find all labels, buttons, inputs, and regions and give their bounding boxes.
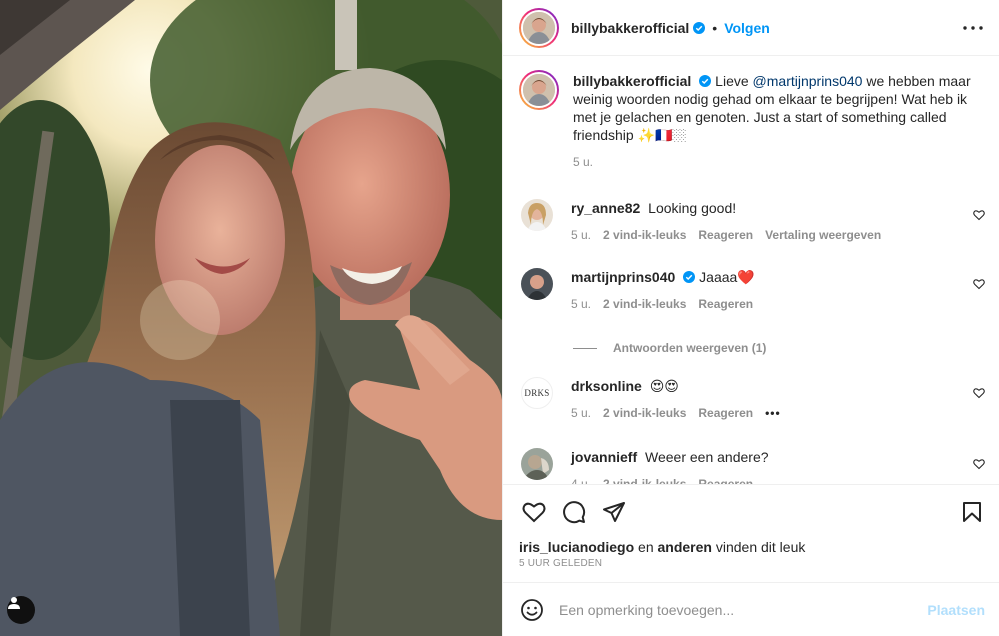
emoji-button[interactable] [519,597,545,623]
caption-body: billybakkerofficial Lieve @martijnprins0… [573,72,985,171]
liker-username[interactable]: iris_lucianodiego [519,539,634,555]
commenter-avatar-image [521,199,553,231]
more-options-icon[interactable] [961,16,985,40]
view-replies-label: Antwoorden weergeven (1) [613,341,767,355]
separator-dot: • [712,19,718,36]
comment-body: drksonline 😍😍 5 u. 2 vind-ik-leuks Reage… [571,377,985,422]
commenter-avatar[interactable] [521,448,553,480]
comment-text: Weeer een andere? [645,449,769,465]
likes-others-link[interactable]: anderen [658,539,712,555]
heart-icon [522,502,546,522]
drks-logo-text: DRKS [524,388,550,398]
commenter-avatar[interactable]: DRKS [521,377,553,409]
commenter-avatar-image [521,448,553,480]
likes-suffix: vinden dit leuk [715,539,806,555]
caption-avatar[interactable] [519,70,559,110]
comment-item: ry_anne82 Looking good! 5 u. 2 vind-ik-l… [519,199,985,244]
comment-likes-count[interactable]: 2 vind-ik-leuks [603,475,686,484]
share-button[interactable] [599,497,629,527]
photo-illustration [0,0,502,636]
comment-body: ry_anne82 Looking good! 5 u. 2 vind-ik-l… [571,199,985,244]
post-actions-bar [503,484,999,538]
comment-meta: 5 u. 2 vind-ik-leuks Reageren [571,295,955,313]
author-avatar[interactable] [519,7,559,48]
comment-like-heart-icon[interactable] [973,278,985,290]
comment-username[interactable]: martijnprins040 [571,269,675,285]
comment-time: 5 u. [571,228,592,242]
post-header: billybakkerofficial • Volgen [503,0,999,56]
comment-item: jovannieff Weeer een andere? 4 u. 2 vind… [519,448,985,484]
comment-like-heart-icon[interactable] [973,458,985,470]
comment-icon [563,500,586,523]
reply-button[interactable]: Reageren [698,475,753,484]
comment-item: DRKS drksonline 😍😍 5 u. 2 vind-ik-leuks … [519,377,985,422]
comment-item: martijnprins040 Jaaaa❤️ 5 u. 2 vind-ik-l… [519,268,985,313]
comment-text: 😍😍 [649,378,679,394]
comment-likes-count[interactable]: 2 vind-ik-leuks [603,226,686,244]
comment-likes-count[interactable]: 2 vind-ik-leuks [603,295,686,313]
verified-badge-icon [699,75,712,87]
reply-button[interactable]: Reageren [698,404,753,422]
likes-conjunction: en [638,539,654,555]
comment-text: Looking good! [648,200,737,216]
verified-badge-icon [693,21,706,34]
user-icon [8,597,20,609]
reply-button[interactable]: Reageren [698,226,753,244]
caption-username[interactable]: billybakkerofficial [573,73,691,89]
comment-meta: 4 u. 2 vind-ik-leuks Reageren [571,475,955,484]
share-icon [603,501,625,522]
comment-text: Jaaaa❤️ [699,269,755,285]
post-time-ago: 5 UUR GELEDEN [519,558,603,569]
reply-button[interactable]: Reageren [698,295,753,313]
comment-likes-count[interactable]: 2 vind-ik-leuks [603,404,686,422]
follow-button[interactable]: Volgen [724,20,770,36]
emoji-icon [521,598,543,621]
comment-body: jovannieff Weeer een andere? 4 u. 2 vind… [571,448,985,484]
comment-username[interactable]: ry_anne82 [571,200,640,216]
comments-list[interactable]: billybakkerofficial Lieve @martijnprins0… [503,56,999,484]
comment-username[interactable]: drksonline [571,378,642,394]
comment-time: 5 u. [571,406,592,420]
replies-divider [573,347,597,349]
tagged-users-button[interactable] [7,596,35,624]
comment-username[interactable]: jovannieff [571,449,637,465]
bookmark-icon [963,501,981,522]
comment-more-icon[interactable]: ••• [765,404,781,422]
like-button[interactable] [519,497,549,527]
comment-like-heart-icon[interactable] [973,387,985,399]
comment-time: 5 u. [571,297,592,311]
caption-text-start: Lieve [715,73,749,89]
translate-button[interactable]: Vertaling weergeven [765,226,881,244]
comment-meta: 5 u. 2 vind-ik-leuks Reageren ••• [571,404,955,422]
author-avatar-image [523,11,555,44]
view-replies-button[interactable]: Antwoorden weergeven (1) [573,341,985,355]
comment-time: 4 u. [571,477,592,484]
caption-avatar-image [523,74,555,106]
caption-mention-link[interactable]: @martijnprins040 [753,73,863,89]
post-caption: billybakkerofficial Lieve @martijnprins0… [519,70,985,171]
post-photo[interactable] [0,0,502,636]
comment-like-heart-icon[interactable] [973,209,985,221]
comment-meta: 5 u. 2 vind-ik-leuks Reageren Vertaling … [571,226,955,244]
likes-summary: iris_lucianodiego en anderen vinden dit … [503,538,999,556]
commenter-avatar[interactable] [521,199,553,231]
comment-button[interactable] [559,497,589,527]
caption-meta: 5 u. [573,153,985,171]
post-side-panel: billybakkerofficial • Volgen billybakker… [502,0,999,636]
verified-badge-icon [683,271,696,283]
author-username[interactable]: billybakkerofficial [571,20,689,36]
commenter-avatar-image [521,268,553,300]
instagram-post-view: billybakkerofficial • Volgen billybakker… [0,0,999,636]
post-comment-button[interactable]: Plaatsen [927,602,985,618]
comment-body: martijnprins040 Jaaaa❤️ 5 u. 2 vind-ik-l… [571,268,985,313]
comment-input[interactable] [559,601,928,618]
commenter-avatar[interactable] [521,268,553,300]
save-button[interactable] [957,497,987,527]
comment-composer: Plaatsen [503,582,999,636]
caption-time: 5 u. [573,155,594,169]
